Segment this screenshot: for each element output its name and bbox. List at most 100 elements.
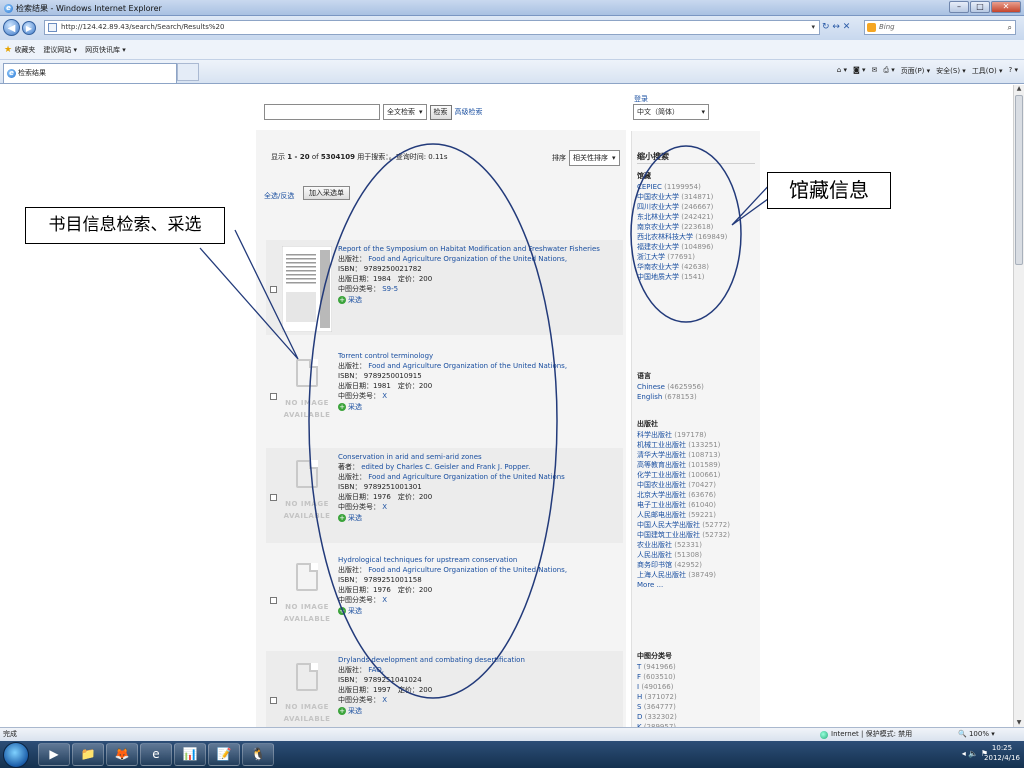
language-select[interactable]: 中文（简体） ▾ (633, 104, 709, 120)
print-icon[interactable]: ⎙ ▾ (883, 66, 894, 76)
login-link[interactable]: 登录 (634, 94, 648, 104)
taskbar-qq-icon[interactable]: 🐧 (242, 743, 274, 766)
forward-button[interactable]: ▶ (22, 21, 36, 35)
pick-button[interactable]: + 采选 (338, 513, 620, 523)
facet-item[interactable]: D (332302) (637, 712, 677, 722)
result-checkbox[interactable] (270, 393, 277, 400)
refresh-stop-buttons[interactable]: ↻ ↔ ✕ (822, 20, 850, 35)
result-title-link[interactable]: Conservation in arid and semi-arid zones (338, 452, 620, 462)
menu-safety[interactable]: 安全(S) ▾ (936, 66, 966, 76)
field-value-link[interactable]: S9-5 (382, 285, 398, 293)
taskbar-media-player-icon[interactable]: ▶ (38, 743, 70, 766)
pick-button[interactable]: + 采选 (338, 606, 620, 616)
facet-item[interactable]: 清华大学出版社 (108713) (637, 450, 730, 460)
scroll-thumb[interactable] (1015, 95, 1023, 265)
facet-item[interactable]: Chinese (4625956) (637, 382, 704, 392)
bing-search-input[interactable]: Bing ⌕ (864, 20, 1016, 35)
field-value-link[interactable]: edited by Charles C. Geisler and Frank J… (361, 463, 530, 471)
back-button[interactable]: ◀ (3, 19, 20, 36)
result-title-link[interactable]: Drylands development and combating deser… (338, 655, 620, 665)
facet-item[interactable]: 中国人民大学出版社 (52772) (637, 520, 730, 530)
maximize-button[interactable]: □ (970, 1, 990, 13)
search-button[interactable]: 检索 (429, 104, 452, 120)
field-value-link[interactable]: X (382, 392, 387, 400)
search-icon[interactable]: ⌕ (1008, 21, 1012, 34)
result-checkbox[interactable] (270, 597, 277, 604)
facet-item[interactable]: 化学工业出版社 (100661) (637, 470, 730, 480)
feeds-icon[interactable]: ◙ ▾ (853, 66, 866, 76)
facet-item[interactable]: 四川农业大学 (246667) (637, 202, 727, 212)
favorites-button[interactable]: ★ 收藏夹 (4, 40, 35, 59)
result-title-link[interactable]: Report of the Symposium on Habitat Modif… (338, 244, 620, 254)
menu-tools[interactable]: 工具(O) ▾ (972, 66, 1003, 76)
result-title-link[interactable]: Torrent control terminology (338, 351, 620, 361)
menu-help[interactable]: ? ▾ (1009, 66, 1018, 76)
facet-item[interactable]: S (364777) (637, 702, 677, 712)
pick-button[interactable]: + 采选 (338, 706, 620, 716)
mail-icon[interactable]: ✉ (872, 66, 878, 76)
close-button[interactable]: ✕ (991, 1, 1021, 13)
result-checkbox[interactable] (270, 697, 277, 704)
zoom-control[interactable]: 🔍 100% ▾ (958, 728, 995, 741)
vertical-scrollbar[interactable]: ▲ ▼ (1013, 85, 1024, 727)
facet-item[interactable]: 中国建筑工业出版社 (52732) (637, 530, 730, 540)
sort-select[interactable]: 相关性排序 ▾ (569, 150, 620, 166)
field-value-link[interactable]: Food and Agriculture Organization of the… (368, 255, 567, 263)
facet-item[interactable]: 华南农业大学 (42638) (637, 262, 727, 272)
field-value-link[interactable]: Food and Agriculture Organization of the… (368, 473, 565, 481)
facet-item[interactable]: 电子工业出版社 (61040) (637, 500, 730, 510)
facet-item[interactable]: 中国地质大学 (1541) (637, 272, 727, 282)
facet-item[interactable]: More ... (637, 580, 730, 590)
search-input[interactable] (264, 104, 380, 120)
facet-item[interactable]: 高等教育出版社 (101589) (637, 460, 730, 470)
field-value-link[interactable]: FAO, (368, 666, 384, 674)
suggested-sites-link[interactable]: 建议网站 ▾ (43, 40, 77, 59)
home-icon[interactable]: ⌂ ▾ (837, 66, 847, 76)
facet-item[interactable]: 人民邮电出版社 (59221) (637, 510, 730, 520)
facet-item[interactable]: 上海人民出版社 (38749) (637, 570, 730, 580)
pick-button[interactable]: + 采选 (338, 402, 620, 412)
facet-item[interactable]: 东北林业大学 (242421) (637, 212, 727, 222)
advanced-search-link[interactable]: 高级检索 (455, 107, 483, 117)
facet-item[interactable]: English (678153) (637, 392, 704, 402)
new-tab-button[interactable] (177, 63, 199, 81)
field-value-link[interactable]: X (382, 696, 387, 704)
tab-search-results[interactable]: e 检索结果 (3, 63, 177, 83)
field-value-link[interactable]: X (382, 596, 387, 604)
taskbar-powerpoint-icon[interactable]: 📊 (174, 743, 206, 766)
taskbar-firefox-icon[interactable]: 🦊 (106, 743, 138, 766)
facet-item[interactable]: 科学出版社 (197178) (637, 430, 730, 440)
facet-item[interactable]: 人民出版社 (51308) (637, 550, 730, 560)
facet-item[interactable]: I (490166) (637, 682, 677, 692)
facet-item[interactable]: 中国农业出版社 (70427) (637, 480, 730, 490)
facet-item[interactable]: 商务印书馆 (42952) (637, 560, 730, 570)
address-input[interactable]: http://124.42.89.43/search/Search/Result… (44, 20, 820, 35)
search-scope-select[interactable]: 全文检索 ▾ (383, 104, 427, 120)
facet-item[interactable]: 福建农业大学 (104896) (637, 242, 727, 252)
book-cover-image[interactable] (281, 245, 333, 333)
field-value-link[interactable]: Food and Agriculture Organization of the… (368, 362, 567, 370)
minimize-button[interactable]: – (949, 1, 969, 13)
result-title-link[interactable]: Hydrological techniques for upstream con… (338, 555, 620, 565)
facet-item[interactable]: 农业出版社 (52331) (637, 540, 730, 550)
facet-item[interactable]: CEPIEC (1199954) (637, 182, 727, 192)
menu-page[interactable]: 页面(P) ▾ (901, 66, 930, 76)
scroll-down-icon[interactable]: ▼ (1015, 719, 1023, 727)
pick-button[interactable]: + 采选 (338, 295, 620, 305)
result-checkbox[interactable] (270, 286, 277, 293)
facet-item[interactable]: 西北农林科技大学 (169849) (637, 232, 727, 242)
facet-item[interactable]: 浙江大学 (77691) (637, 252, 727, 262)
facet-item[interactable]: 中国农业大学 (314871) (637, 192, 727, 202)
scroll-up-icon[interactable]: ▲ (1015, 85, 1023, 93)
chevron-down-icon[interactable]: ▾ (811, 21, 815, 34)
taskbar-folder-icon[interactable]: 📁 (72, 743, 104, 766)
result-checkbox[interactable] (270, 494, 277, 501)
facet-item[interactable]: 北京大学出版社 (63676) (637, 490, 730, 500)
facet-item[interactable]: 南京农业大学 (223618) (637, 222, 727, 232)
web-slice-gallery-link[interactable]: 网页快讯库 ▾ (85, 40, 126, 59)
taskbar-ie-icon[interactable]: e (140, 743, 172, 766)
facet-item[interactable]: 机械工业出版社 (133251) (637, 440, 730, 450)
taskbar-word-icon[interactable]: 📝 (208, 743, 240, 766)
select-all-link[interactable]: 全选/反选 (264, 191, 294, 201)
field-value-link[interactable]: X (382, 503, 387, 511)
